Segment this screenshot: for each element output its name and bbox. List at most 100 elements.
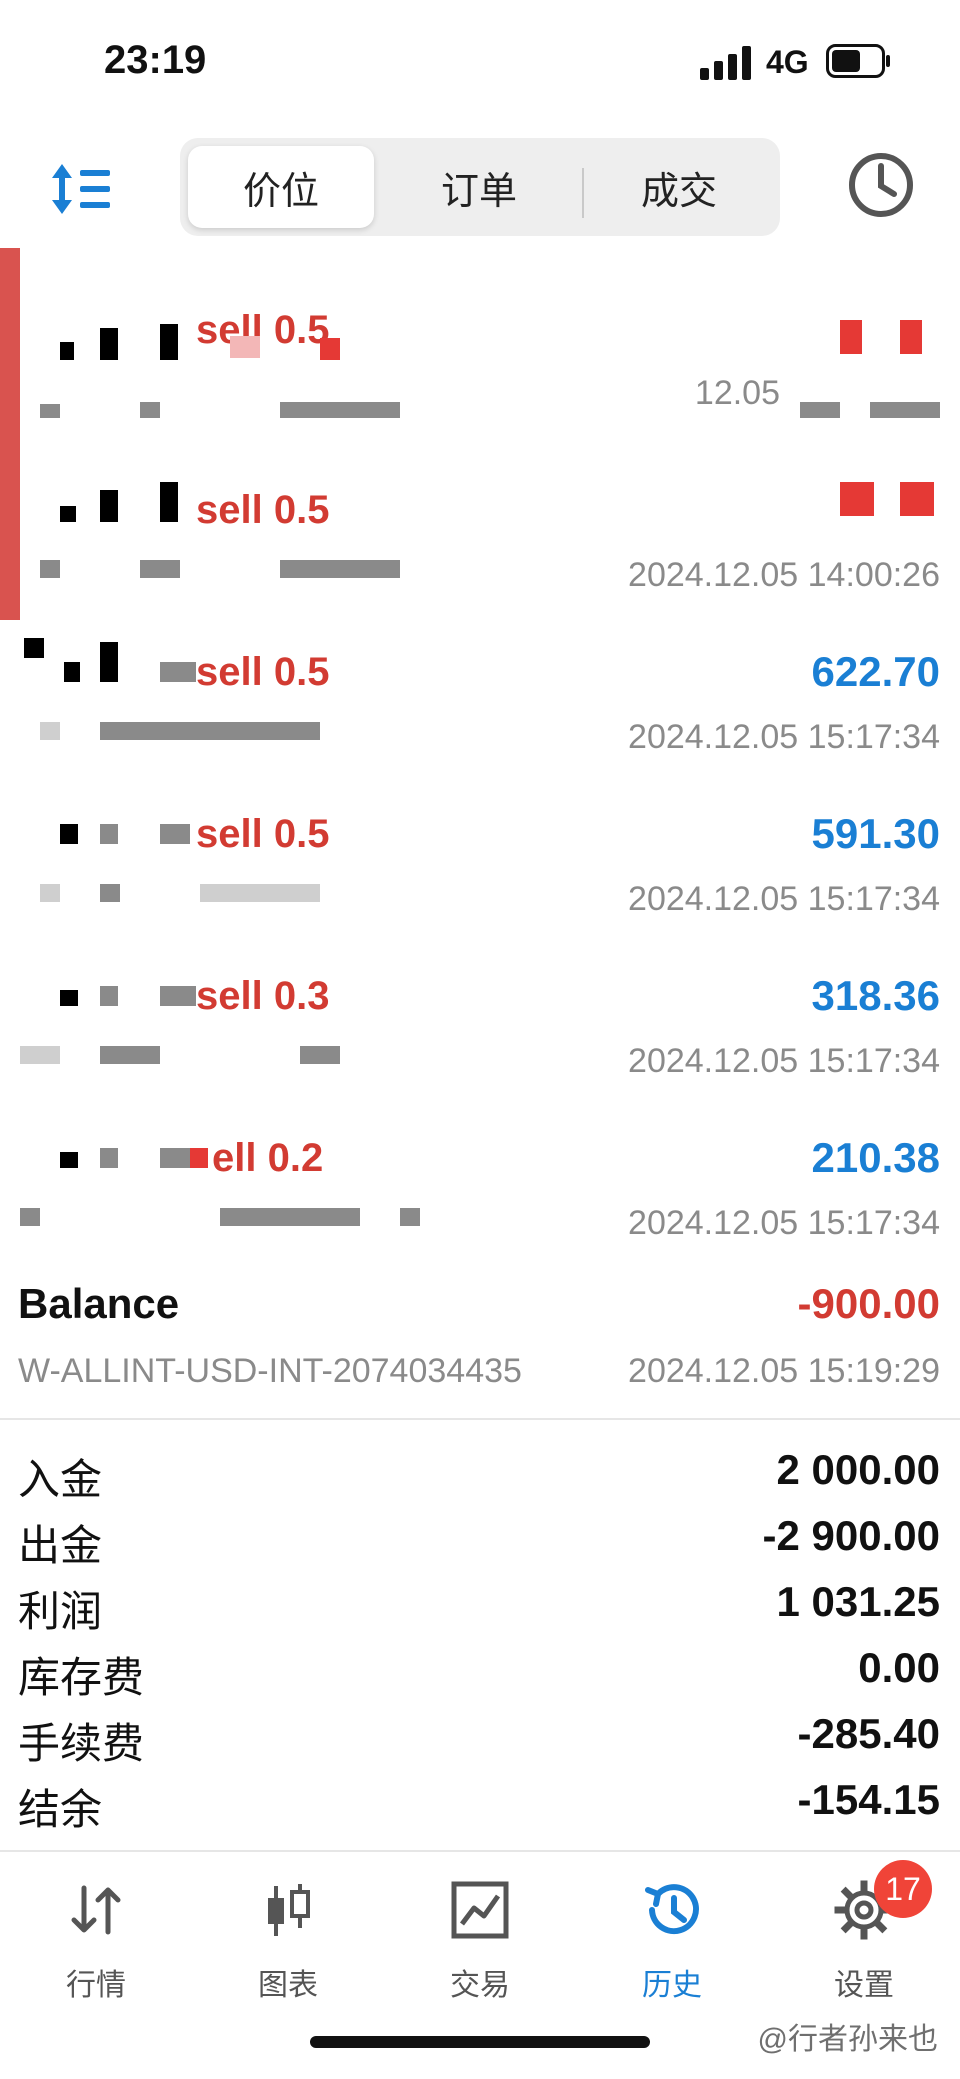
pixelated-symbol: [160, 482, 178, 522]
history-icon: [645, 1884, 699, 1935]
history-segmented-control: 价位 订单 成交: [180, 138, 780, 236]
deal-type: sell 0.5: [196, 650, 330, 694]
summary-label: 出金: [18, 1522, 103, 1569]
history-summary: 入金 2 000.00 出金 -2 900.00 利润 1 031.25 库存费…: [0, 1440, 960, 1840]
pixelated-symbol: [60, 990, 78, 1006]
pixelated-symbol: [64, 662, 80, 682]
tab-label: 图表: [258, 1969, 318, 2002]
watermark: @行者孙来也: [757, 2023, 938, 2056]
settings-badge: 17: [874, 1860, 932, 1918]
tab-trade[interactable]: 交易: [384, 1872, 576, 2002]
deal-type: sell 0.5: [196, 488, 330, 532]
summary-value: 1 031.25: [776, 1578, 941, 1625]
tab-label: 设置: [834, 1969, 894, 2002]
section-divider: [0, 1418, 960, 1420]
sort-icon[interactable]: [50, 160, 114, 218]
summary-row-swap: 库存费 0.00: [0, 1638, 960, 1704]
tab-deals[interactable]: 成交: [586, 146, 772, 228]
pixelated-profit: [840, 482, 874, 516]
summary-value: -2 900.00: [762, 1512, 940, 1559]
deal-row[interactable]: sell 0.3 318.36 2024.12.05 15:17:34: [0, 946, 960, 1108]
balance-time: 2024.12.05 15:19:29: [628, 1352, 940, 1390]
tab-label: 历史: [642, 1969, 702, 2002]
pixelated-comment: [100, 1046, 160, 1064]
deal-row[interactable]: sell 0.5 12.05: [0, 298, 960, 460]
deal-type: sell 0.3: [196, 974, 330, 1018]
summary-label: 利润: [18, 1588, 103, 1635]
summary-row-commission: 手续费 -285.40: [0, 1704, 960, 1770]
deal-profit: 210.38: [811, 1134, 940, 1181]
deal-row[interactable]: sell 0.5 622.70 2024.12.05 15:17:34: [0, 622, 960, 784]
deal-time: 2024.12.05 15:17:34: [628, 1042, 940, 1080]
balance-title: Balance: [18, 1280, 180, 1327]
pixelated-comment: [100, 884, 120, 902]
pixelated-symbol: [24, 638, 44, 658]
tab-label: 行情: [66, 1969, 126, 2002]
summary-label: 结余: [18, 1786, 103, 1833]
pixelated-comment: [100, 722, 320, 740]
tab-history[interactable]: 历史: [576, 1872, 768, 2002]
trade-chart-icon: [451, 1881, 509, 1939]
deal-time: 2024.12.05 15:17:34: [628, 880, 940, 918]
pixelated-time: [800, 402, 840, 418]
deal-time: 2024.12.05 14:00:26: [628, 556, 940, 594]
pixelated-comment: [140, 402, 160, 418]
tab-orders[interactable]: 订单: [386, 146, 572, 228]
pixelated-symbol: [100, 986, 118, 1006]
deal-row[interactable]: ell 0.2 210.38 2024.12.05 15:17:34: [0, 1108, 960, 1270]
summary-row-withdrawal: 出金 -2 900.00: [0, 1506, 960, 1572]
pixelated-comment: [40, 404, 60, 418]
segment-divider: [582, 168, 584, 218]
pixelated-symbol: [160, 824, 190, 844]
summary-value: 2 000.00: [776, 1446, 941, 1493]
deal-profit: 622.70: [811, 648, 940, 695]
deal-profit: 591.30: [811, 810, 940, 857]
home-indicator[interactable]: [310, 2036, 650, 2048]
pixelated-comment: [20, 1208, 40, 1226]
pixelated-profit: [840, 320, 862, 354]
pixelated-symbol: [60, 506, 76, 522]
deal-profit: 318.36: [811, 972, 940, 1019]
status-bar: 23:19 4G: [0, 0, 960, 110]
deal-row[interactable]: sell 0.5 2024.12.05 14:00:26: [0, 460, 960, 622]
pixelated-symbol: [230, 336, 260, 358]
tab-label: 交易: [450, 1969, 510, 2002]
pixelated-symbol: [190, 1148, 208, 1168]
pixelated-symbol: [60, 1152, 78, 1168]
summary-row-balance: 结余 -154.15: [0, 1770, 960, 1836]
battery-icon: [826, 44, 890, 78]
pixelated-symbol: [160, 1148, 190, 1168]
pixelated-comment: [20, 1046, 60, 1064]
summary-label: 手续费: [18, 1720, 145, 1767]
deal-row[interactable]: sell 0.5 591.30 2024.12.05 15:17:34: [0, 784, 960, 946]
deal-type: ell 0.2: [212, 1136, 324, 1180]
pixelated-profit: [900, 320, 922, 354]
deal-time: 2024.12.05 15:17:34: [628, 1204, 940, 1242]
summary-row-deposit: 入金 2 000.00: [0, 1440, 960, 1506]
tab-chart[interactable]: 图表: [192, 1872, 384, 2002]
signal-icon: [700, 46, 751, 80]
pixelated-symbol: [160, 324, 178, 360]
pixelated-symbol: [320, 338, 340, 360]
balance-amount: -900.00: [797, 1280, 940, 1327]
tab-price[interactable]: 价位: [188, 146, 374, 228]
pixelated-symbol: [160, 662, 196, 682]
pixelated-comment: [300, 1046, 340, 1064]
summary-value: -154.15: [797, 1776, 940, 1823]
candlestick-icon: [268, 1884, 310, 1936]
balance-row[interactable]: Balance -900.00 W-ALLINT-USD-INT-2074034…: [0, 1270, 960, 1410]
pixelated-symbol: [100, 490, 118, 522]
summary-row-profit: 利润 1 031.25: [0, 1572, 960, 1638]
status-time: 23:19: [104, 38, 207, 82]
tab-quotes[interactable]: 行情: [0, 1872, 192, 2002]
deal-type: sell 0.5: [196, 308, 330, 352]
pixelated-comment: [40, 884, 60, 902]
deal-time: 12.05: [694, 374, 780, 412]
clock-icon[interactable]: [846, 150, 916, 220]
pixelated-symbol: [100, 642, 118, 682]
network-type: 4G: [766, 44, 809, 80]
tab-settings[interactable]: 17 设置: [768, 1860, 960, 2002]
pixelated-time: [870, 402, 940, 418]
summary-value: -285.40: [797, 1710, 940, 1757]
pixelated-symbol: [100, 824, 118, 844]
